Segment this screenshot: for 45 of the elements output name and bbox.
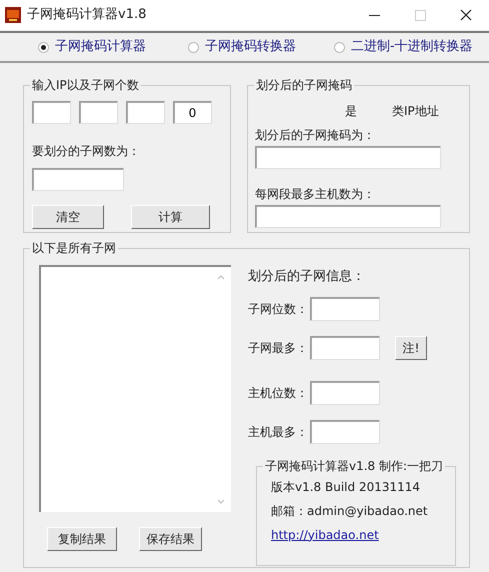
maximize-icon[interactable]	[414, 10, 426, 20]
ip-octet-field[interactable]	[126, 101, 165, 124]
website-link[interactable]: http://yibadao.net	[271, 528, 379, 542]
group-title: 子网掩码计算器v1.8 制作:一把刀	[263, 460, 446, 472]
hosts-label: 每网段最多主机数为：	[255, 186, 376, 203]
field-label: 子网最多：	[248, 340, 309, 356]
info-field[interactable]	[310, 336, 380, 360]
field-label: 主机最多：	[248, 424, 309, 440]
group-title: 以下是所有子网	[30, 242, 118, 254]
info-field[interactable]	[310, 380, 380, 404]
ip-octet-field[interactable]	[32, 101, 71, 124]
window-title: 子网掩码计算器v1.8	[27, 6, 146, 24]
field-label: 子网位数：	[248, 300, 309, 318]
email-text: 邮箱：admin@yibadao.net	[271, 504, 429, 516]
radio-icon[interactable]	[188, 42, 199, 52]
info-field[interactable]	[310, 420, 380, 444]
clear-button[interactable]: 清空	[32, 205, 104, 229]
mode-radio[interactable]: 二进制-十进制转换器	[334, 37, 473, 57]
field-label: 主机位数：	[248, 384, 309, 402]
mode-radio[interactable]: 子网掩码计算器	[38, 37, 146, 57]
group-title: 输入IP以及子网个数	[30, 79, 141, 91]
subnet-count-label: 要划分的子网数为：	[32, 143, 141, 160]
radio-icon[interactable]	[334, 42, 345, 52]
group-title: 划分后的子网掩码	[254, 79, 354, 91]
app-icon	[5, 7, 21, 23]
copy-results-button[interactable]: 复制结果	[47, 527, 117, 551]
mask-field[interactable]	[255, 146, 441, 169]
mask-label: 划分后的子网掩码为：	[255, 127, 376, 144]
info-title: 划分后的子网信息：	[248, 268, 366, 286]
version-text: 版本v1.8 Build 20131114	[271, 480, 422, 492]
radio-icon[interactable]	[38, 42, 49, 52]
close-icon[interactable]	[460, 9, 472, 21]
mode-radio[interactable]: 子网掩码转换器	[188, 37, 296, 57]
ip-octet-field[interactable]: 0	[173, 101, 212, 124]
scroll-down-icon[interactable]	[217, 499, 225, 504]
note-button[interactable]: 注!	[395, 336, 427, 360]
scroll-up-icon[interactable]	[217, 275, 225, 280]
info-field[interactable]	[310, 296, 380, 320]
hosts-field[interactable]	[255, 205, 441, 228]
save-results-button[interactable]: 保存结果	[139, 527, 202, 551]
class-prefix: 是	[345, 103, 357, 120]
class-suffix: 类IP地址	[392, 103, 439, 120]
calculate-button[interactable]: 计算	[131, 205, 210, 229]
ip-octet-field[interactable]	[79, 101, 118, 124]
subnet-count-field[interactable]	[32, 168, 124, 191]
